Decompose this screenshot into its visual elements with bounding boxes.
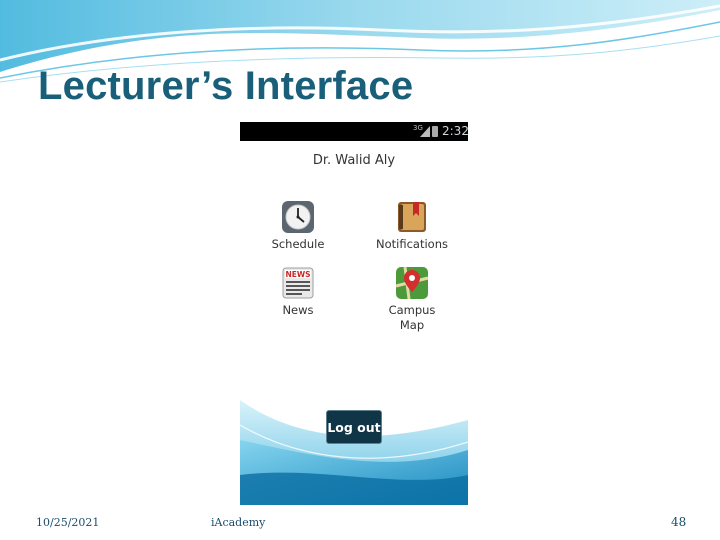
phone-screenshot: 3G 2:32 Dr. Walid Aly Schedule Notificat…: [240, 122, 468, 505]
logout-button[interactable]: Log out: [326, 410, 382, 444]
slide-title: Lecturer’s Interface: [38, 64, 414, 108]
status-time: 2:32: [442, 124, 468, 138]
footer-date: 10/25/2021: [36, 516, 100, 529]
schedule-tile[interactable]: Schedule: [262, 200, 334, 252]
notifications-tile[interactable]: Notifications: [368, 200, 456, 252]
user-name: Dr. Walid Aly: [312, 153, 396, 168]
clock-icon: [282, 201, 314, 233]
news-label: News: [282, 303, 314, 317]
page-number: 48: [671, 515, 687, 529]
notebook-icon: [398, 202, 426, 232]
battery-icon: [432, 126, 438, 137]
map-pin-icon: [395, 266, 429, 300]
newspaper-icon: NEWS: [282, 267, 314, 299]
campus-map-label: Campus Map: [388, 303, 436, 332]
news-tile[interactable]: NEWS News: [262, 266, 334, 318]
news-icon-text: NEWS: [285, 270, 310, 279]
schedule-label: Schedule: [271, 237, 325, 251]
campus-map-tile[interactable]: Campus Map: [376, 266, 448, 333]
footer-center-text: iAcademy: [211, 516, 266, 529]
status-bar: 3G 2:32: [240, 122, 468, 141]
signal-icon: [420, 126, 430, 137]
notifications-label: Notifications: [376, 237, 448, 251]
